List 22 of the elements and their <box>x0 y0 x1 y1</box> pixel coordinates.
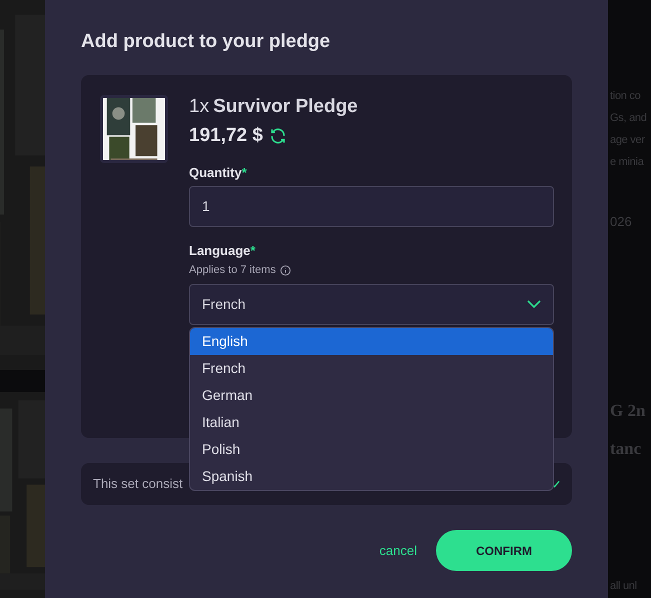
dialog-title: Add product to your pledge <box>81 30 332 54</box>
set-info-text: This set consist <box>93 475 183 494</box>
product-quantity: 1x <box>189 95 210 119</box>
product-name: Survivor Pledge <box>213 95 358 119</box>
cancel-link[interactable]: cancel <box>379 540 417 560</box>
field-hint: Applies to 7 items <box>189 263 276 278</box>
dropdown-option[interactable]: French <box>190 354 553 382</box>
dropdown-option[interactable]: Polish <box>190 436 553 462</box>
field-label: Quantity* <box>189 164 248 182</box>
dropdown-option[interactable]: Italian <box>190 408 553 436</box>
dropdown-option[interactable]: German <box>190 382 553 408</box>
language-select[interactable]: French <box>189 284 554 324</box>
info-icon[interactable] <box>280 264 291 276</box>
chevron-down-icon <box>527 300 541 308</box>
field-label: Language* <box>189 242 256 260</box>
dropdown-option[interactable]: Spanish <box>190 462 553 490</box>
confirm-button[interactable]: CONFIRM <box>436 530 572 571</box>
dropdown-option[interactable]: English <box>190 328 553 354</box>
refresh-icon[interactable] <box>268 127 287 145</box>
quantity-field[interactable]: 1 <box>189 186 554 226</box>
check-icon <box>551 480 560 488</box>
product-price: 191,72 $ <box>189 124 263 148</box>
